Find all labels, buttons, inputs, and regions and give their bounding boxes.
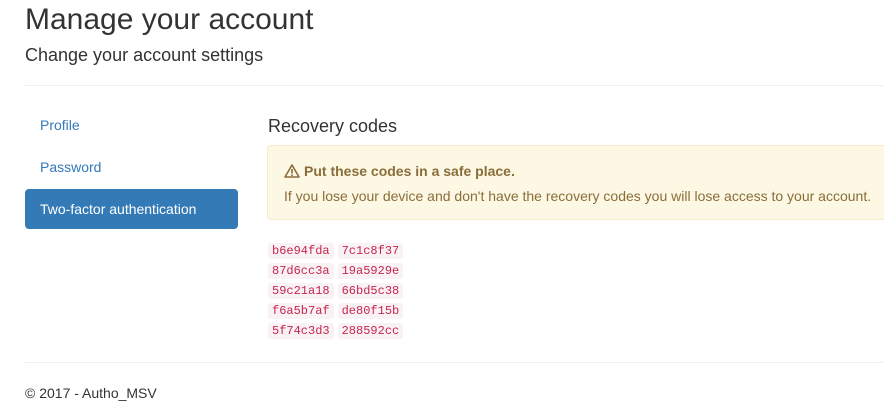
footer-copyright: © 2017 - Autho_MSV [25, 385, 157, 401]
alert-body-text: If you lose your device and don't have t… [284, 188, 872, 204]
recovery-code: 66bd5c38 [337, 283, 404, 299]
recovery-code: b6e94fda [268, 243, 334, 259]
recovery-code: de80f15b [337, 303, 404, 319]
page-title: Manage your account [25, 3, 314, 36]
recovery-code: 7c1c8f37 [337, 243, 404, 259]
alert-heading: Put these codes in a safe place. [284, 163, 515, 179]
account-nav: Profile Password Two-factor authenticati… [25, 105, 238, 231]
recovery-codes-list: b6e94fda 7c1c8f37 87d6cc3a 19a5929e 59c2… [268, 243, 404, 339]
footer-divider [25, 362, 884, 363]
nav-item-two-factor-authentication[interactable]: Two-factor authentication [25, 189, 238, 229]
header-divider [25, 85, 884, 86]
warning-alert: Put these codes in a safe place. If you … [267, 145, 884, 220]
recovery-code: 288592cc [337, 323, 404, 339]
alert-heading-text: Put these codes in a safe place. [304, 163, 515, 179]
recovery-code: f6a5b7af [268, 303, 334, 319]
recovery-code: 5f74c3d3 [268, 323, 334, 339]
section-title: Recovery codes [268, 116, 398, 136]
nav-item-profile[interactable]: Profile [25, 105, 238, 145]
nav-item-password[interactable]: Password [25, 147, 238, 187]
recovery-code: 87d6cc3a [268, 263, 334, 279]
page-subtitle: Change your account settings [25, 45, 264, 65]
recovery-code: 59c21a18 [268, 283, 334, 299]
recovery-code: 19a5929e [337, 263, 404, 279]
warning-icon [284, 164, 300, 178]
